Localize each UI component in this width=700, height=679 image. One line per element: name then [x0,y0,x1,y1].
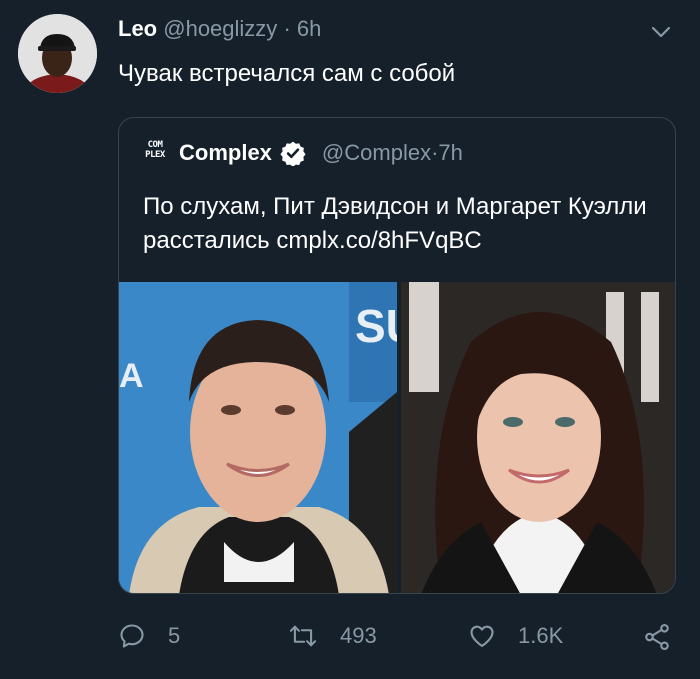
retweet-icon [289,625,317,647]
avatar-photo [18,14,97,93]
quoted-tweet-card[interactable]: COM PLEX Complex @Complex · 7h По слухам,… [118,117,676,594]
svg-text:SU: SU [355,300,397,352]
like-count: 1.6K [518,623,564,648]
media-image-left[interactable]: SU A [119,282,397,593]
reply-icon [120,624,144,648]
retweet-button[interactable]: 493 [288,622,377,650]
share-button[interactable] [642,622,694,652]
tweet-timestamp[interactable]: 6h [297,16,321,41]
media-image-right[interactable] [401,282,675,593]
author-name[interactable]: Leo [118,16,157,41]
quoted-author-name[interactable]: Complex [179,140,272,166]
tweet-header: Leo @hoeglizzy · 6h [118,16,321,42]
user-avatar[interactable] [18,14,97,93]
tweet-actions: 5 493 1.6K [118,622,678,662]
heart-icon [470,625,494,647]
chevron-down-icon[interactable] [649,22,673,42]
reply-button[interactable]: 5 [118,622,180,650]
quoted-tweet-timestamp[interactable]: 7h [438,140,462,166]
verified-badge-icon [280,141,306,166]
share-icon [645,623,669,651]
separator-dot: · [283,16,291,41]
reply-count: 5 [168,623,181,648]
complex-logo: COM PLEX [145,140,165,160]
like-button[interactable]: 1.6K [468,622,563,650]
separator-dot: · [431,140,439,165]
retweet-count: 493 [340,623,377,648]
author-handle[interactable]: @hoeglizzy [163,16,277,41]
man-photo: SU A [119,282,397,593]
quoted-author-handle[interactable]: @Complex [322,140,431,166]
svg-text:A: A [119,357,144,395]
quoted-tweet-text: По слухам, Пит Дэвидсон и Маргарет Куэлл… [143,193,647,254]
quoted-tweet-header: COM PLEX Complex @Complex · 7h [143,140,463,166]
tweet-text: Чувак встречался сам с собой [118,60,456,87]
woman-photo [401,282,675,593]
